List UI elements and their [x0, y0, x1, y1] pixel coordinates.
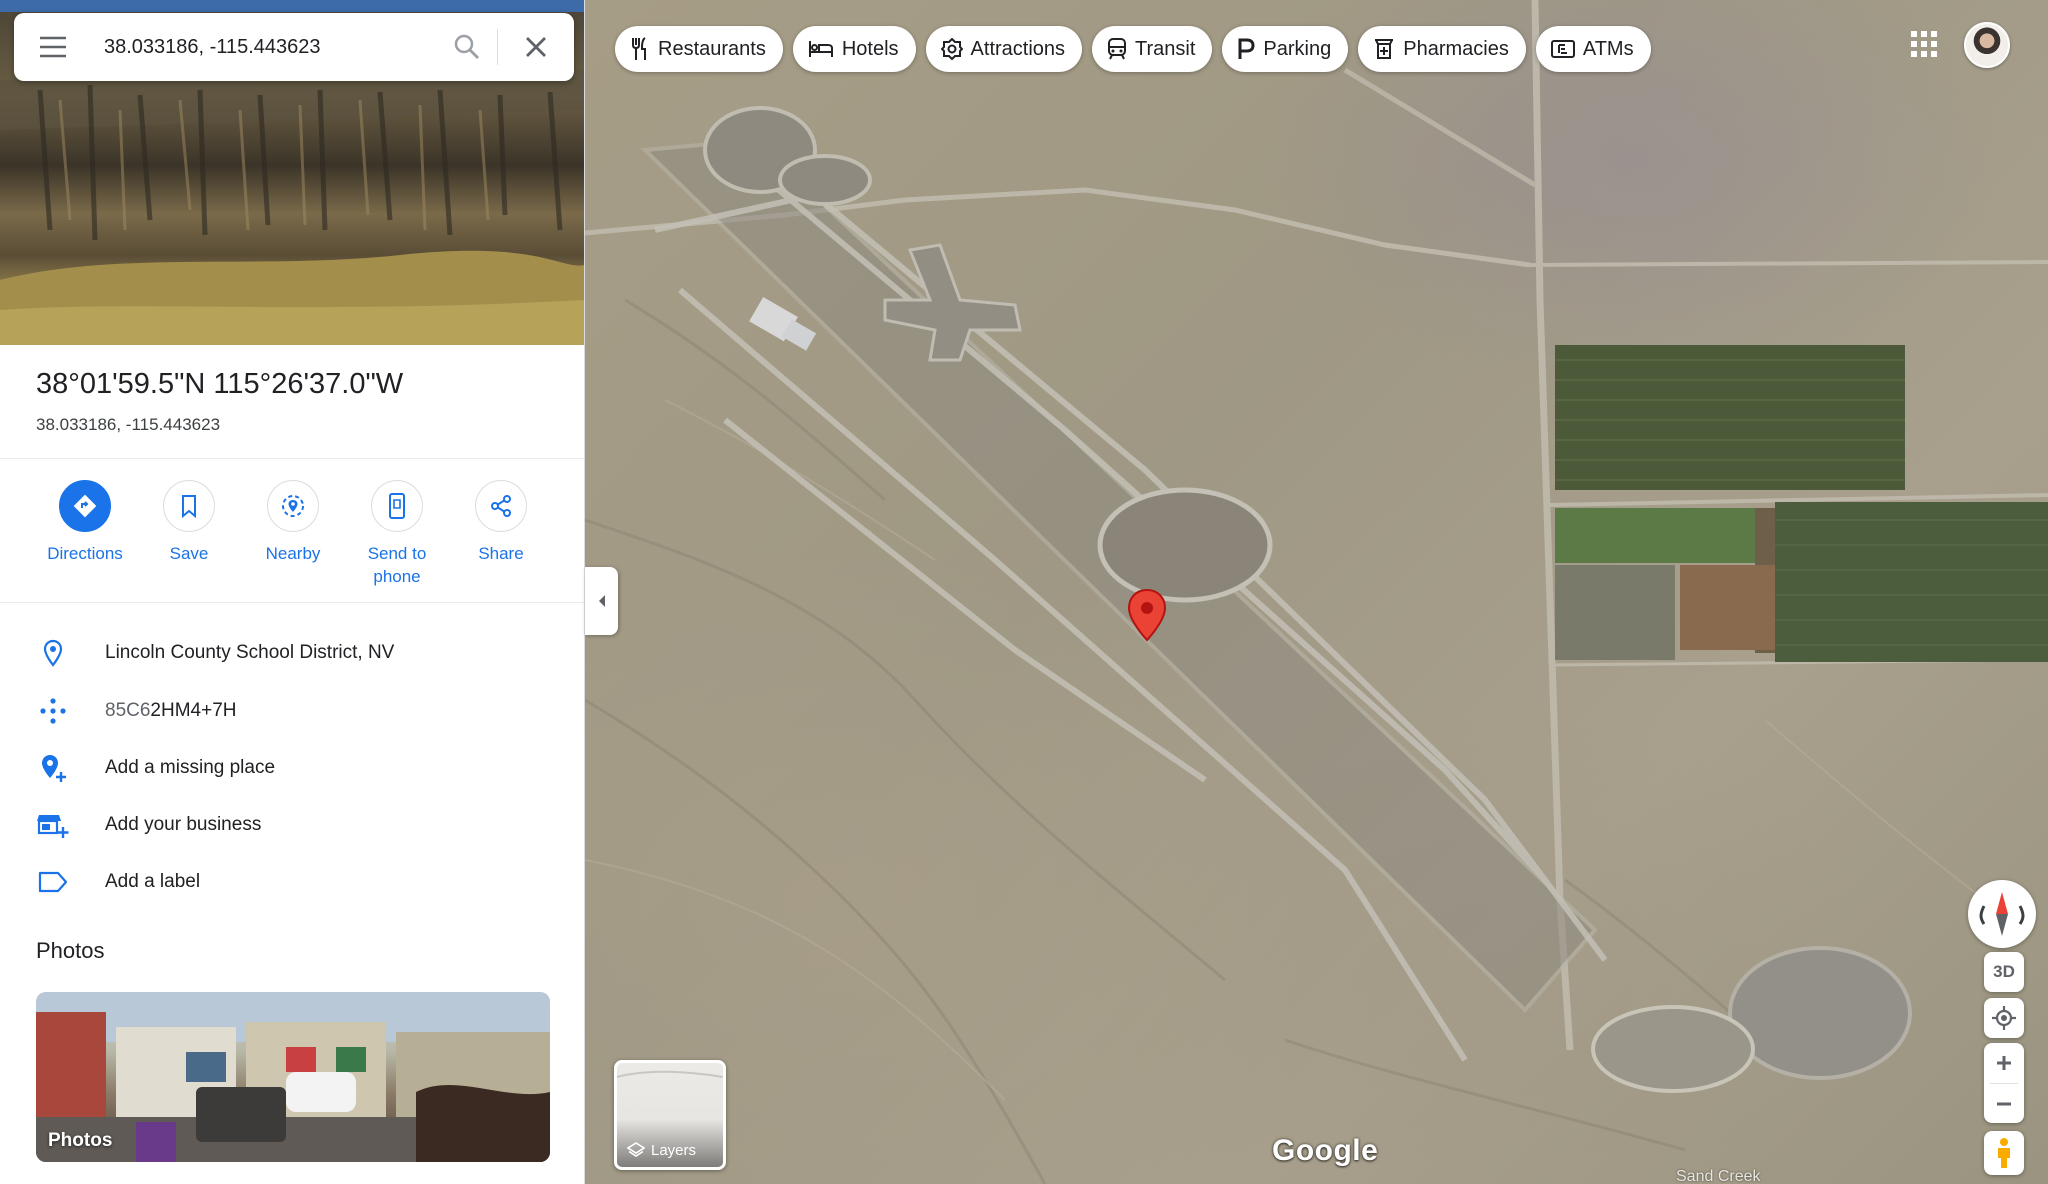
chip-pharmacies-label: Pharmacies [1403, 37, 1509, 60]
search-box[interactable]: 38.033186, -115.443623 [14, 13, 574, 81]
atm-icon [1550, 39, 1575, 59]
send-to-phone-label: Send to phone [367, 544, 427, 586]
layers-label-group: Layers [627, 1141, 696, 1159]
layers-label: Layers [651, 1141, 697, 1159]
place-coordinates[interactable]: 38.033186, -115.443623 [36, 415, 220, 435]
chip-restaurants[interactable]: Restaurants [615, 26, 783, 72]
nearby-icon [267, 480, 319, 532]
street-view-pegman[interactable] [1984, 1131, 2024, 1175]
chip-transit[interactable]: Transit [1092, 26, 1213, 72]
minus-icon [1997, 1102, 2011, 1106]
label-icon [0, 871, 105, 893]
directions-icon [59, 480, 111, 532]
bookmark-icon [163, 480, 215, 532]
fork-knife-icon [630, 37, 650, 61]
bed-icon [808, 39, 834, 59]
plus-code-icon [0, 696, 105, 726]
save-button[interactable]: Save [137, 480, 241, 565]
satellite-map[interactable] [585, 0, 2048, 1184]
divider [0, 458, 584, 459]
pharmacy-icon [1373, 38, 1395, 60]
place-title: 38°01'59.5"N 115°26'37.0"W [36, 368, 404, 400]
chip-attractions[interactable]: Attractions [925, 26, 1083, 72]
my-location-icon [1992, 1006, 2016, 1030]
nearby-button[interactable]: Nearby [241, 480, 345, 565]
plus-code-rest: 2HM4+7H [150, 700, 237, 721]
chevron-left-icon [598, 595, 605, 607]
category-chips: Restaurants Hotels Attractions Transit P… [615, 26, 1651, 72]
share-button[interactable]: Share [449, 480, 553, 565]
camera-icon [940, 38, 963, 60]
account-avatar[interactable] [1964, 22, 2010, 68]
satellite-terrain [585, 0, 2048, 1184]
send-to-phone-button[interactable]: Send to phone [345, 480, 449, 588]
compass-icon [1979, 892, 2025, 936]
divider [0, 602, 584, 603]
train-icon [1107, 38, 1127, 60]
chip-pharmacies[interactable]: Pharmacies [1358, 26, 1526, 72]
save-label: Save [169, 544, 209, 563]
zoom-controls [1984, 1043, 2024, 1123]
layers-preview [617, 1070, 723, 1078]
photos-heading: Photos [36, 938, 105, 963]
chip-attractions-label: Attractions [970, 37, 1066, 60]
nearby-label: Nearby [265, 544, 321, 563]
layers-icon [627, 1142, 645, 1157]
my-location-button[interactable] [1984, 998, 2024, 1038]
chip-hotels[interactable]: Hotels [792, 26, 916, 72]
share-label: Share [478, 544, 524, 563]
chip-restaurants-label: Restaurants [658, 37, 766, 60]
parking-icon [1237, 38, 1255, 60]
chip-parking-label: Parking [1263, 37, 1332, 60]
zoom-in-button[interactable] [1984, 1043, 2024, 1083]
search-icon[interactable] [437, 13, 497, 81]
add-business-row[interactable]: Add your business [0, 797, 584, 853]
chip-transit-label: Transit [1135, 37, 1196, 60]
map-pin-icon[interactable] [1127, 588, 1167, 642]
action-buttons: Directions Save Nearby Send to phone Sha… [0, 480, 584, 600]
phone-icon [371, 480, 423, 532]
address-row[interactable]: Lincoln County School District, NV [0, 625, 584, 681]
chip-atms[interactable]: ATMs [1535, 26, 1651, 72]
chip-parking[interactable]: Parking [1222, 26, 1349, 72]
plus-code-text: 85C62HM4+7H [105, 700, 237, 722]
map-place-label[interactable]: Sand Creek [1676, 1168, 1761, 1184]
chip-atms-label: ATMs [1582, 37, 1634, 60]
add-business-icon [0, 811, 105, 839]
plus-code-prefix: 85C6 [105, 700, 151, 721]
street-photo [36, 992, 550, 1162]
address-text: Lincoln County School District, NV [105, 642, 395, 663]
directions-button[interactable]: Directions [33, 480, 137, 565]
chip-hotels-label: Hotels [841, 37, 899, 60]
close-icon[interactable] [498, 13, 574, 81]
3d-button[interactable]: 3D [1984, 952, 2024, 992]
add-location-icon [0, 753, 105, 783]
add-missing-place-text: Add a missing place [105, 757, 276, 778]
google-logo: Google [1272, 1134, 1379, 1167]
menu-icon[interactable] [14, 13, 92, 81]
plus-icon [1997, 1056, 2011, 1070]
pegman-icon [1998, 1138, 2010, 1168]
collapse-panel-button[interactable] [585, 567, 618, 635]
photo-card-label: Photos [48, 1130, 113, 1151]
add-label-row[interactable]: Add a label [0, 854, 584, 910]
directions-label: Directions [47, 544, 123, 563]
google-apps-icon[interactable] [1908, 28, 1940, 60]
add-business-text: Add your business [105, 814, 262, 835]
add-label-text: Add a label [105, 871, 201, 892]
search-input[interactable]: 38.033186, -115.443623 [92, 36, 437, 59]
photo-card[interactable]: Photos [36, 992, 550, 1162]
add-missing-place-row[interactable]: Add a missing place [0, 740, 584, 796]
place-side-panel: 38.033186, -115.443623 38°01'59.5"N 115°… [0, 0, 585, 1184]
share-icon [475, 480, 527, 532]
zoom-out-button[interactable] [1984, 1084, 2024, 1124]
plus-code-row[interactable]: 85C62HM4+7H [0, 683, 584, 739]
layers-button[interactable]: Layers [614, 1060, 726, 1170]
location-pin-icon [0, 639, 105, 667]
compass-button[interactable] [1968, 880, 2036, 948]
